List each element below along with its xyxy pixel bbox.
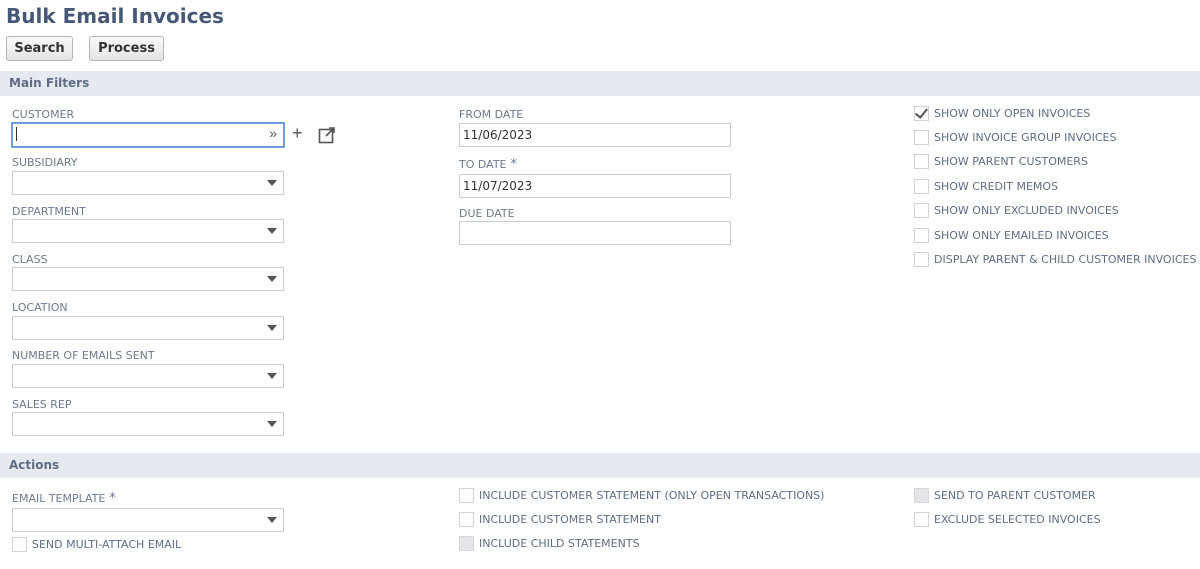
double-chevron-down-icon[interactable]: »	[269, 125, 277, 141]
show-only-open-invoices-checkbox[interactable]: SHOW ONLY OPEN INVOICES	[914, 106, 1090, 121]
checkbox-box[interactable]	[12, 537, 27, 552]
class-label: CLASS	[12, 253, 48, 266]
required-marker: *	[109, 491, 116, 506]
subsidiary-label: SUBSIDIARY	[12, 156, 78, 169]
caret-down-icon	[267, 517, 277, 523]
send-to-parent-customer-checkbox: SEND TO PARENT CUSTOMER	[914, 488, 1096, 503]
checkbox-box[interactable]	[459, 512, 474, 527]
from-date-label: FROM DATE	[459, 108, 524, 121]
include-child-statements-checkbox: INCLUDE CHILD STATEMENTS	[459, 536, 640, 551]
open-external-icon[interactable]	[318, 126, 336, 144]
show-credit-memos-checkbox[interactable]: SHOW CREDIT MEMOS	[914, 179, 1058, 194]
checkmark-icon[interactable]	[914, 106, 929, 121]
subsidiary-select[interactable]	[12, 171, 284, 195]
checkbox-label: INCLUDE CUSTOMER STATEMENT	[479, 513, 661, 526]
show-only-emailed-invoices-checkbox[interactable]: SHOW ONLY EMAILED INVOICES	[914, 228, 1109, 243]
emails-sent-select[interactable]	[12, 364, 284, 388]
sales-rep-select[interactable]	[12, 412, 284, 436]
department-label: DEPARTMENT	[12, 205, 86, 218]
checkbox-box[interactable]	[914, 130, 929, 145]
checkbox-box[interactable]	[914, 512, 929, 527]
display-parent-child-invoices-checkbox[interactable]: DISPLAY PARENT & CHILD CUSTOMER INVOICES	[914, 252, 1196, 267]
process-button[interactable]: Process	[89, 36, 164, 61]
show-invoice-group-invoices-checkbox[interactable]: SHOW INVOICE GROUP INVOICES	[914, 130, 1116, 145]
checkbox-box[interactable]	[914, 252, 929, 267]
email-template-label-text: EMAIL TEMPLATE	[12, 492, 106, 505]
location-label: LOCATION	[12, 301, 68, 314]
plus-icon[interactable]: +	[292, 123, 303, 144]
caret-down-icon	[267, 373, 277, 379]
caret-down-icon	[267, 180, 277, 186]
caret-down-icon	[267, 276, 277, 282]
checkbox-label: SEND TO PARENT CUSTOMER	[934, 489, 1096, 502]
email-template-select[interactable]	[12, 508, 284, 532]
checkbox-box	[459, 536, 474, 551]
page-title: Bulk Email Invoices	[6, 4, 224, 28]
send-multi-attach-checkbox[interactable]: SEND MULTI-ATTACH EMAIL	[12, 537, 181, 552]
caret-down-icon	[267, 325, 277, 331]
checkbox-label: INCLUDE CHILD STATEMENTS	[479, 537, 640, 550]
checkbox-box[interactable]	[914, 203, 929, 218]
text-cursor	[16, 127, 17, 141]
checkbox-label: SHOW PARENT CUSTOMERS	[934, 155, 1088, 168]
checkbox-label: EXCLUDE SELECTED INVOICES	[934, 513, 1101, 526]
checkbox-label: SHOW CREDIT MEMOS	[934, 180, 1059, 193]
show-parent-customers-checkbox[interactable]: SHOW PARENT CUSTOMERS	[914, 154, 1088, 169]
customer-label: CUSTOMER	[12, 108, 75, 121]
checkbox-label: SHOW ONLY OPEN INVOICES	[934, 107, 1091, 120]
due-date-label: DUE DATE	[459, 207, 515, 220]
class-select[interactable]	[12, 267, 284, 291]
checkbox-box	[914, 488, 929, 503]
from-date-input[interactable]: 11/06/2023	[459, 123, 731, 147]
to-date-label: TO DATE *	[459, 157, 517, 172]
exclude-selected-invoices-checkbox[interactable]: EXCLUDE SELECTED INVOICES	[914, 512, 1101, 527]
to-date-input[interactable]: 11/07/2023	[459, 174, 731, 198]
location-select[interactable]	[12, 316, 284, 340]
due-date-input[interactable]	[459, 221, 731, 245]
to-date-label-text: TO DATE	[459, 158, 507, 171]
caret-down-icon	[267, 421, 277, 427]
customer-select[interactable]: »	[11, 122, 285, 148]
include-statement-checkbox[interactable]: INCLUDE CUSTOMER STATEMENT	[459, 512, 661, 527]
checkbox-label: SEND MULTI-ATTACH EMAIL	[32, 538, 182, 551]
email-template-label: EMAIL TEMPLATE *	[12, 491, 116, 506]
department-select[interactable]	[12, 219, 284, 243]
caret-down-icon	[267, 228, 277, 234]
checkbox-label: SHOW ONLY EXCLUDED INVOICES	[934, 204, 1119, 217]
include-statement-open-checkbox[interactable]: INCLUDE CUSTOMER STATEMENT (ONLY OPEN TR…	[459, 488, 824, 503]
checkbox-box[interactable]	[914, 154, 929, 169]
actions-header: Actions	[0, 453, 1200, 478]
search-button[interactable]: Search	[6, 36, 73, 61]
checkbox-label: SHOW INVOICE GROUP INVOICES	[934, 131, 1117, 144]
emails-sent-label: NUMBER OF EMAILS SENT	[12, 349, 155, 362]
checkbox-box[interactable]	[914, 179, 929, 194]
sales-rep-label: SALES REP	[12, 398, 72, 411]
main-filters-header: Main Filters	[0, 71, 1200, 96]
checkbox-box[interactable]	[914, 228, 929, 243]
required-marker: *	[510, 157, 518, 172]
show-only-excluded-invoices-checkbox[interactable]: SHOW ONLY EXCLUDED INVOICES	[914, 203, 1119, 218]
checkbox-box[interactable]	[459, 488, 474, 503]
checkbox-label: INCLUDE CUSTOMER STATEMENT (ONLY OPEN TR…	[479, 489, 825, 502]
checkbox-label: DISPLAY PARENT & CHILD CUSTOMER INVOICES	[934, 253, 1197, 266]
checkbox-label: SHOW ONLY EMAILED INVOICES	[934, 229, 1109, 242]
